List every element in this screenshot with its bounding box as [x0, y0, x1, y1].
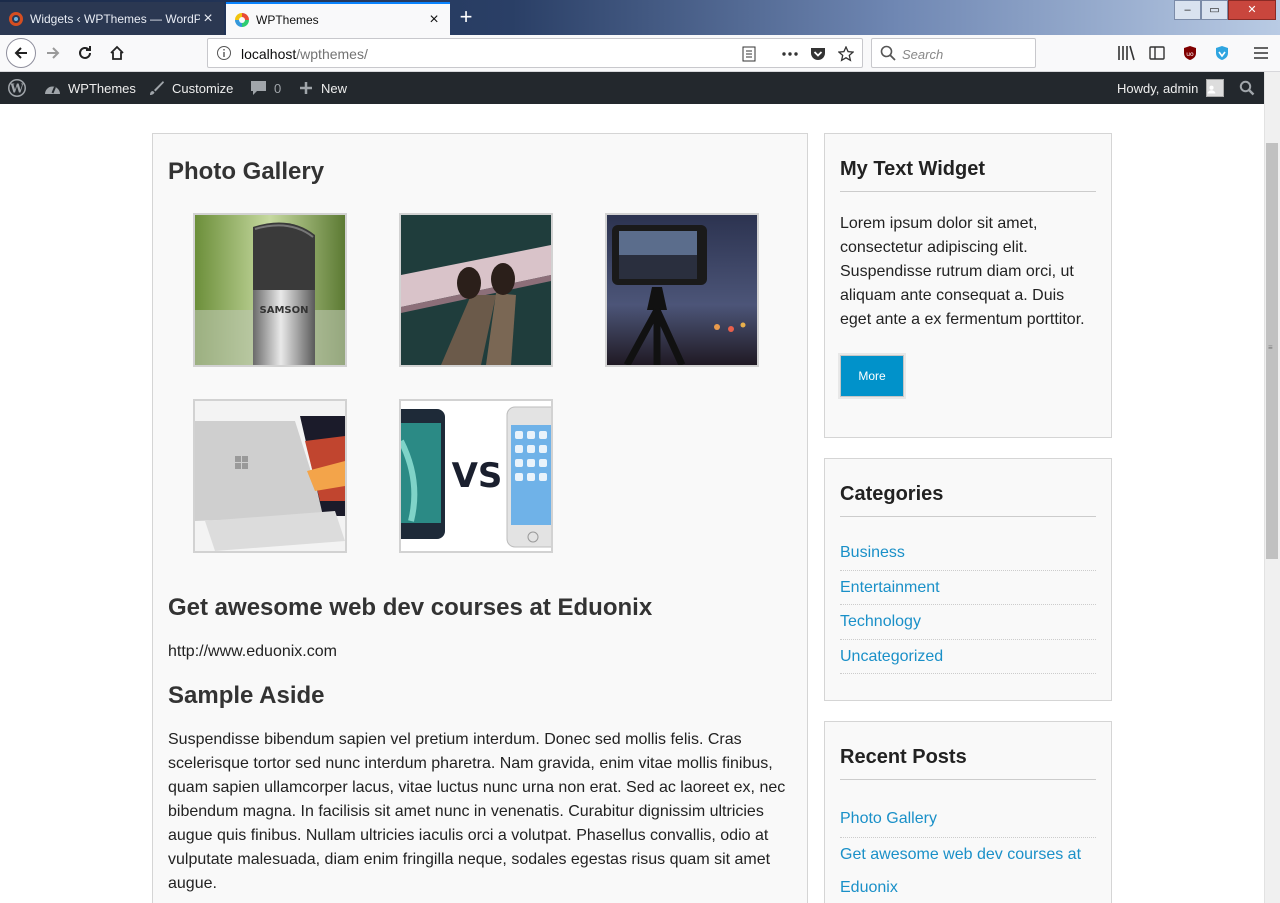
howdy-text: Howdy, admin — [1117, 80, 1199, 96]
plus-icon — [300, 82, 312, 94]
gallery-image-microphone[interactable]: SAMSON — [193, 213, 347, 367]
dashboard-icon — [45, 86, 60, 94]
customize-label: Customize — [172, 80, 234, 96]
category-link[interactable]: Technology — [840, 605, 1096, 640]
browser-nav-bar: localhost/wpthemes/ Search uo — [0, 35, 1280, 72]
category-link[interactable]: Business — [840, 536, 1096, 571]
sidebar-toggle-icon[interactable] — [1147, 43, 1167, 63]
maximize-window-icon[interactable]: ▭ — [1201, 0, 1228, 20]
tab-widgets[interactable]: Widgets ‹ WPThemes — WordPress × — [0, 2, 224, 35]
categories-list: Business Entertainment Technology Uncate… — [840, 536, 1096, 674]
close-tab-icon[interactable]: × — [426, 11, 442, 28]
new-label: New — [321, 80, 348, 96]
tab-title: WPThemes — [256, 12, 319, 27]
reload-icon[interactable] — [70, 38, 100, 68]
site-name-link[interactable]: WPThemes — [44, 72, 136, 104]
recent-posts-widget: Recent Posts Photo Gallery Get awesome w… — [824, 721, 1112, 903]
page-actions-icon[interactable] — [780, 44, 800, 64]
text-widget-body: Lorem ipsum dolor sit amet, consectetur … — [840, 215, 1085, 328]
site-info-icon[interactable] — [216, 45, 232, 66]
gallery-post-title[interactable]: Photo Gallery — [168, 158, 324, 186]
gallery-image-laptop[interactable] — [193, 399, 347, 553]
search-icon — [880, 45, 896, 66]
mic-brand-text: SAMSON — [260, 305, 309, 316]
reader-view-icon[interactable] — [739, 44, 759, 64]
wordpress-favicon-icon — [8, 11, 24, 27]
recent-posts-list: Photo Gallery Get awesome web dev course… — [840, 802, 1096, 903]
address-bar[interactable]: localhost/wpthemes/ — [207, 38, 863, 68]
categories-widget: Categories Business Entertainment Techno… — [824, 458, 1112, 701]
hamburger-menu-icon[interactable] — [1251, 43, 1271, 63]
vs-text: VS — [452, 456, 503, 496]
comments-count: 0 — [274, 80, 282, 96]
svg-text:W: W — [9, 82, 24, 96]
gallery-image-phone-tripod[interactable] — [605, 213, 759, 367]
recent-posts-title: Recent Posts — [840, 746, 1096, 780]
ublock-icon[interactable]: uo — [1180, 43, 1200, 63]
search-input[interactable]: Search — [871, 38, 1036, 68]
admin-search-icon[interactable] — [1239, 72, 1262, 104]
comment-bubble-icon — [251, 81, 266, 95]
close-tab-icon[interactable]: × — [200, 10, 216, 27]
close-window-icon[interactable]: ✕ — [1228, 0, 1276, 20]
home-icon[interactable] — [102, 38, 132, 68]
gallery-image-phones-vs[interactable]: VS — [399, 399, 553, 553]
category-link[interactable]: Uncategorized — [840, 640, 1096, 674]
link-post-title[interactable]: Get awesome web dev courses at Eduonix — [168, 594, 652, 622]
url-text[interactable]: localhost/wpthemes/ — [241, 46, 368, 62]
url-path: /wpthemes/ — [296, 46, 368, 62]
back-arrow-icon[interactable] — [6, 38, 36, 68]
category-link[interactable]: Entertainment — [840, 571, 1096, 605]
minimize-window-icon[interactable]: – — [1174, 0, 1201, 20]
new-tab-icon[interactable]: + — [452, 4, 480, 32]
scrollbar-grip-icon: ≡ — [1268, 343, 1273, 352]
aside-post-text: Suspendisse bibendum sapien vel pretium … — [168, 731, 786, 892]
library-icon[interactable] — [1116, 43, 1136, 63]
main-content: Photo Gallery SAMSON VS Get awesome web … — [152, 133, 808, 903]
wordpress-logo-icon[interactable]: W — [7, 72, 34, 104]
browser-tab-bar: Widgets ‹ WPThemes — WordPress × WPTheme… — [0, 0, 1280, 35]
recent-post-link[interactable]: Photo Gallery — [840, 802, 1096, 838]
tab-title: Widgets ‹ WPThemes — WordPress — [30, 11, 200, 26]
privacy-shield-icon[interactable] — [1212, 43, 1232, 63]
new-content-link[interactable]: New — [298, 72, 347, 104]
avatar — [1206, 79, 1225, 97]
comments-link[interactable]: 0 — [250, 72, 281, 104]
my-account-link[interactable]: Howdy, admin — [1117, 72, 1225, 104]
paintbrush-icon — [150, 80, 164, 95]
tab-wpthemes[interactable]: WPThemes × — [226, 2, 450, 35]
url-host: localhost — [241, 46, 297, 62]
aside-post-title[interactable]: Sample Aside — [168, 682, 325, 710]
text-widget-title: My Text Widget — [840, 158, 1096, 192]
pocket-icon[interactable] — [808, 44, 828, 64]
gallery-image-feet[interactable] — [399, 213, 553, 367]
recent-post-link[interactable]: Get awesome web dev courses at Eduonix — [840, 838, 1096, 903]
customize-link[interactable]: Customize — [148, 72, 233, 104]
wp-admin-bar: W WPThemes Customize 0 New Howdy, admin — [0, 72, 1264, 104]
categories-title: Categories — [840, 483, 1096, 517]
forward-arrow-icon[interactable] — [38, 38, 68, 68]
site-favicon-icon — [234, 12, 250, 28]
bookmark-star-icon[interactable] — [836, 44, 856, 64]
svg-text:uo: uo — [1186, 51, 1194, 58]
more-button[interactable]: More — [838, 353, 906, 399]
site-name: WPThemes — [68, 80, 136, 96]
search-placeholder: Search — [902, 47, 944, 62]
text-widget: My Text Widget Lorem ipsum dolor sit ame… — [824, 133, 1112, 438]
link-post-url[interactable]: http://www.eduonix.com — [168, 643, 337, 661]
